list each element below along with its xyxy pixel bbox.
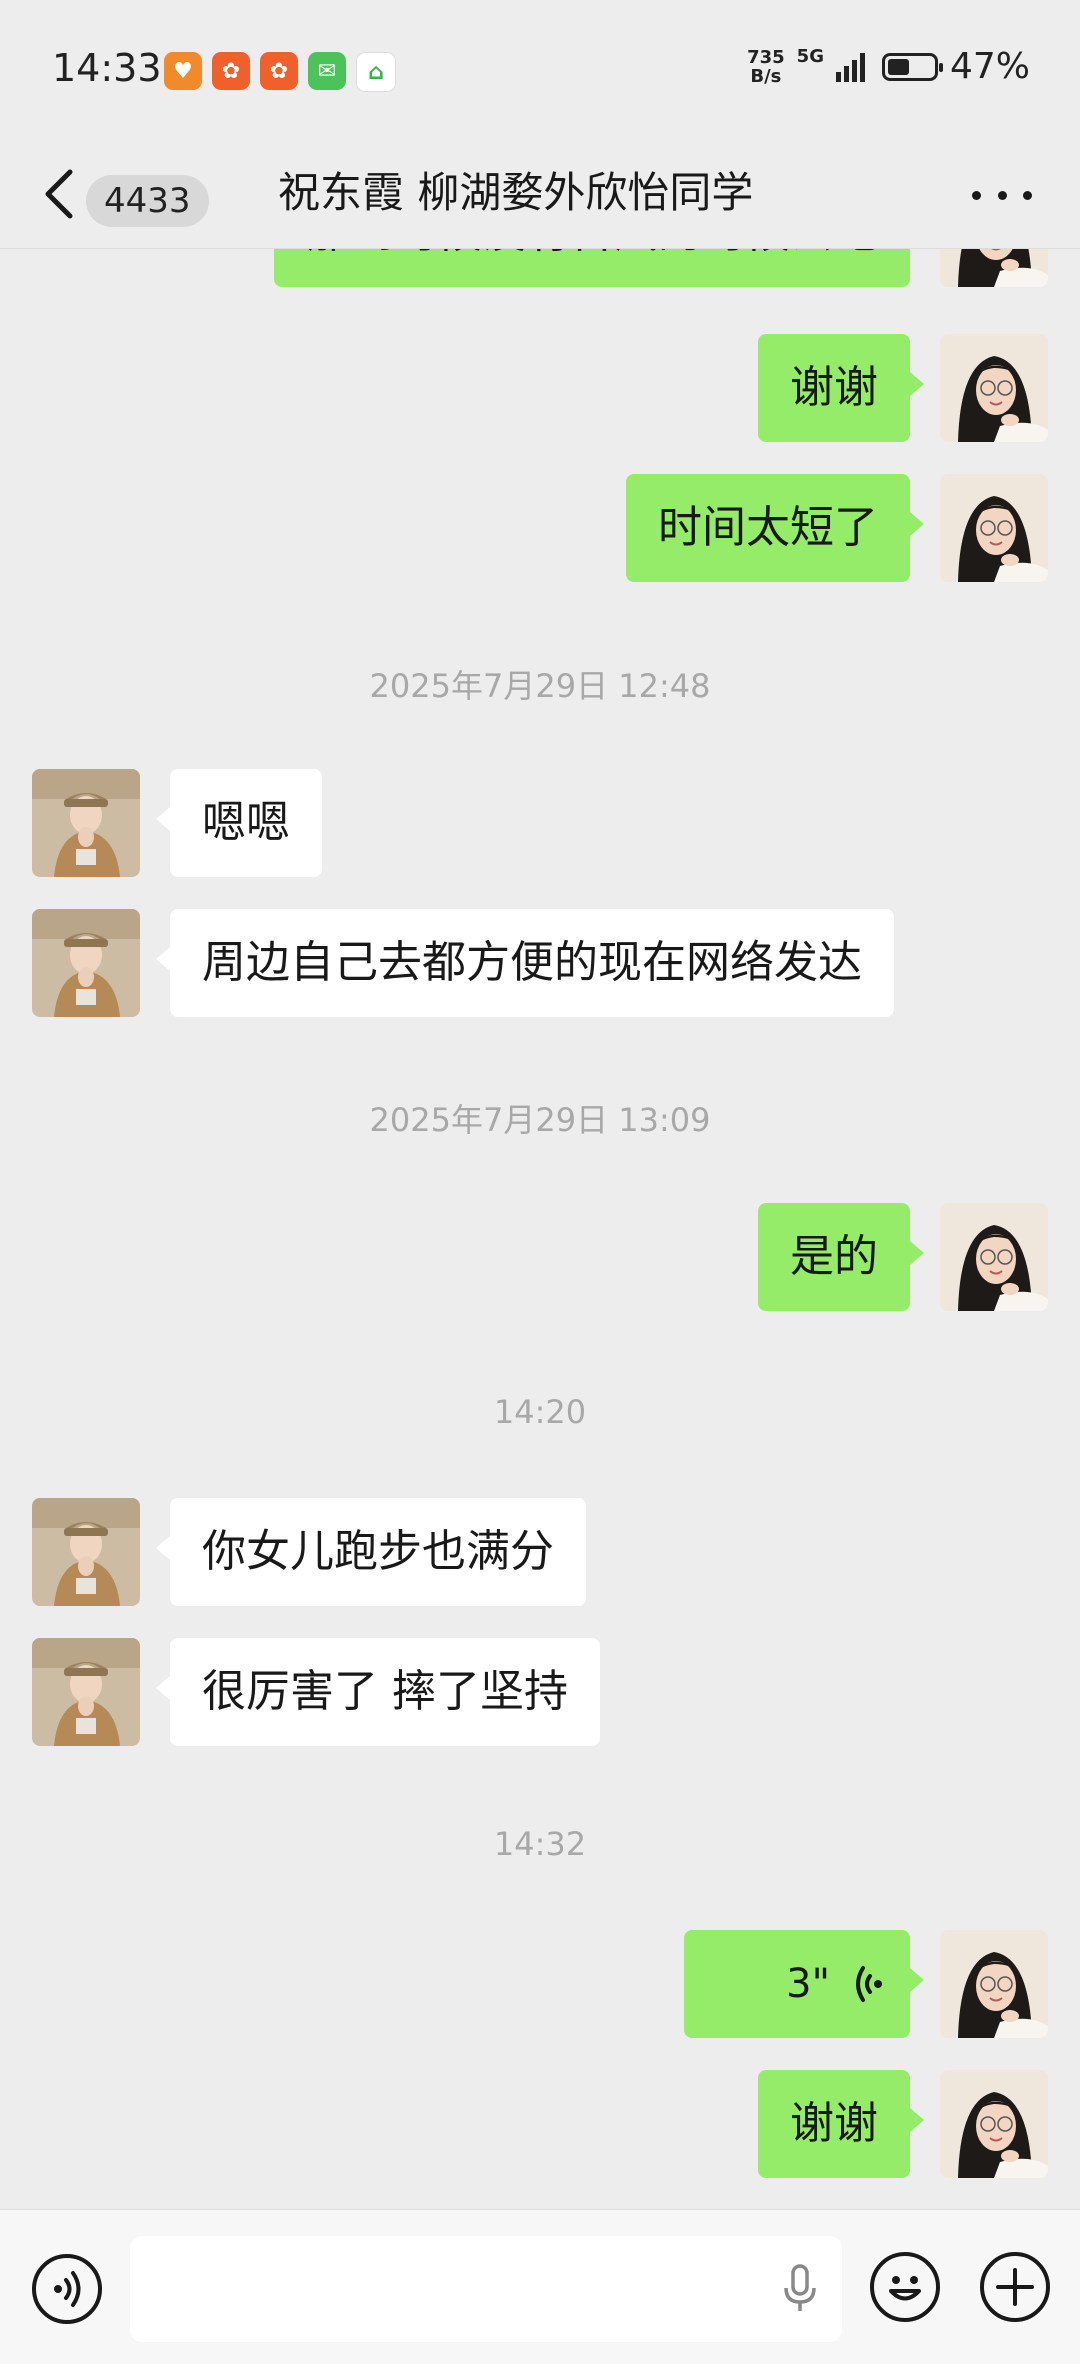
- time-separator: 14:20: [493, 1393, 587, 1431]
- received-message-bubble[interactable]: 你女儿跑步也满分: [156, 1498, 586, 1606]
- chat-header: 4433 祝东霞 柳湖婺外欣怡同学: [0, 140, 1080, 249]
- my-avatar[interactable]: [940, 249, 1048, 287]
- sent-message-bubble[interactable]: 时间太短了: [626, 474, 924, 582]
- microphone-icon[interactable]: [780, 2264, 820, 2314]
- chat-title: 祝东霞 柳湖婺外欣怡同学: [278, 168, 754, 217]
- my-avatar[interactable]: [940, 1203, 1048, 1311]
- emoji-button[interactable]: [870, 2252, 940, 2322]
- unread-count-badge[interactable]: 4433: [86, 175, 209, 227]
- voice-mode-icon: [54, 2271, 81, 2307]
- status-time: 14:33: [52, 46, 162, 90]
- my-avatar[interactable]: [940, 334, 1048, 442]
- heart-app-icon: ♥: [164, 52, 202, 90]
- net-speed: 735 B/s: [747, 46, 785, 87]
- time-separator: 2025年7月29日 12:48: [369, 667, 711, 705]
- voice-mode-button[interactable]: [32, 2254, 102, 2324]
- voice-message-bubble[interactable]: 3": [684, 1930, 924, 2038]
- status-bar: 14:33 ♥ ✿ ✿ ✉ ⌂ 735 B/s 5G 47%: [0, 0, 1080, 140]
- home-app-icon: ⌂: [356, 52, 396, 92]
- back-arrow-icon[interactable]: [40, 166, 80, 222]
- time-separator: 14:32: [493, 1825, 587, 1863]
- battery-icon: [881, 52, 943, 81]
- sent-message-bubble[interactable]: 谢谢: [758, 2070, 924, 2178]
- sent-message-bubble[interactable]: 谢谢: [758, 334, 924, 442]
- voice-wave-icon: [856, 1966, 882, 2002]
- contact-avatar[interactable]: [32, 1638, 140, 1746]
- sent-message-bubble[interactable]: 是的: [758, 1203, 924, 1311]
- contact-avatar[interactable]: [32, 769, 140, 877]
- battery-percent: 47%: [949, 46, 1030, 87]
- contact-avatar[interactable]: [32, 909, 140, 1017]
- my-avatar[interactable]: [940, 474, 1048, 582]
- contact-avatar[interactable]: [32, 1498, 140, 1606]
- kuaishou-icon: ✿: [260, 52, 298, 90]
- message-input[interactable]: [130, 2236, 842, 2342]
- emoji-icon: [889, 2276, 921, 2301]
- message-list[interactable]: 那到时候没有台风的时候去吧谢谢时间太短了2025年7月29日 12:48嗯嗯周边…: [0, 249, 1080, 2209]
- input-bar: [0, 2209, 1080, 2364]
- kuaishou-icon: ✿: [212, 52, 250, 90]
- wechat-icon: ✉: [308, 52, 346, 90]
- my-avatar[interactable]: [940, 2070, 1048, 2178]
- plus-icon: [996, 2268, 1034, 2306]
- signal-icon: [835, 52, 865, 82]
- more-options-icon[interactable]: [972, 180, 1032, 210]
- network-type: 5G: [796, 46, 824, 67]
- notification-icons: ♥ ✿ ✿ ✉ ⌂: [164, 52, 396, 92]
- time-separator: 2025年7月29日 13:09: [369, 1101, 711, 1139]
- my-avatar[interactable]: [940, 1930, 1048, 2038]
- sent-message-bubble[interactable]: 那到时候没有台风的时候去吧: [274, 249, 910, 287]
- received-message-bubble[interactable]: 嗯嗯: [156, 769, 322, 877]
- received-message-bubble[interactable]: 周边自己去都方便的现在网络发达: [156, 909, 894, 1017]
- more-functions-button[interactable]: [980, 2252, 1050, 2322]
- voice-duration: 3": [786, 1961, 830, 2007]
- received-message-bubble[interactable]: 很厉害了 摔了坚持: [156, 1638, 600, 1746]
